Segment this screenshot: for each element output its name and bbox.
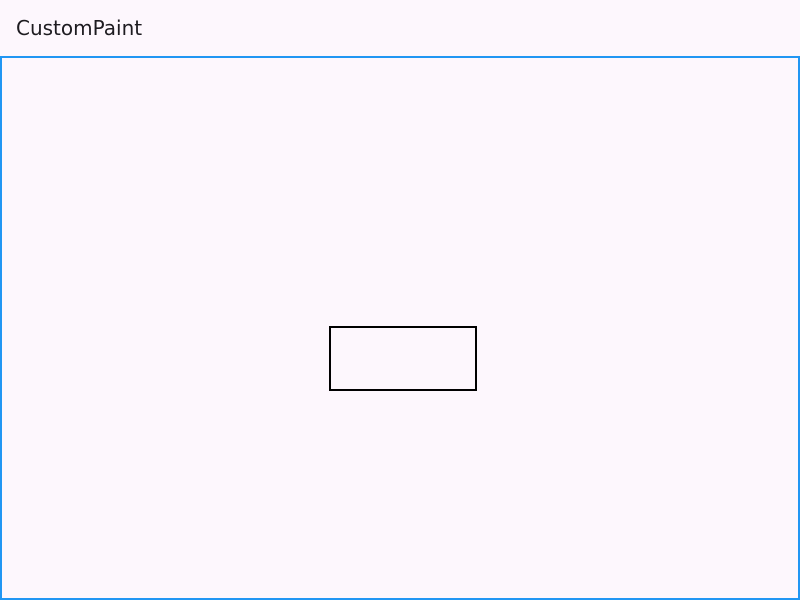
painted-rectangle [329, 326, 477, 391]
app-bar-title: CustomPaint [16, 16, 143, 40]
app-window: CustomPaint [0, 0, 800, 600]
app-bar: CustomPaint [0, 0, 800, 56]
custom-paint-canvas [0, 56, 800, 600]
